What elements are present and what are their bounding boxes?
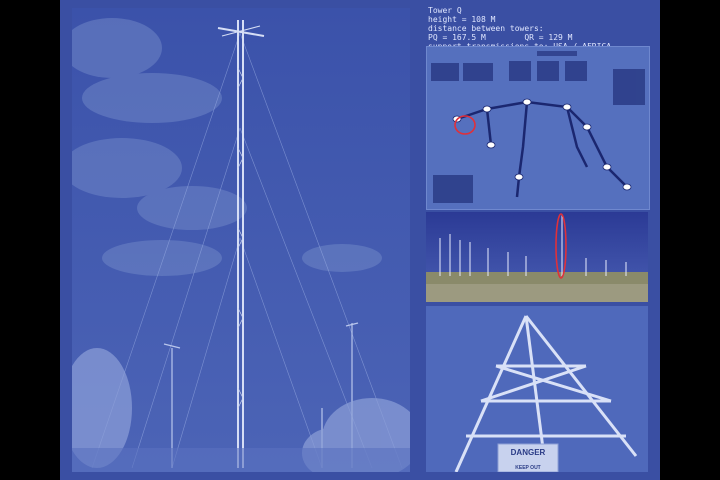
tower-height: height = 108 M <box>428 15 496 24</box>
distance-heading: distance between towers: <box>428 24 544 33</box>
map-bottom-legend <box>433 175 473 203</box>
antenna-field-photo <box>426 212 648 302</box>
tower-info: Tower Q height = 108 M distance between … <box>428 6 658 51</box>
main-tower-photo <box>72 8 410 472</box>
network-map <box>426 46 650 210</box>
tower-distances: PQ = 167.5 M QR = 129 M <box>428 33 573 42</box>
tower-title: Tower Q <box>428 6 462 15</box>
network-map-drawing <box>427 47 649 209</box>
tower-base-drawing: DANGER KEEP OUT <box>426 306 648 472</box>
main-tower-illustration <box>72 8 410 472</box>
danger-sign-heading: DANGER <box>511 448 546 457</box>
poster-canvas: Tower Q height = 108 M distance between … <box>60 0 660 480</box>
tower-base-photo: DANGER KEEP OUT <box>426 306 648 472</box>
danger-sign-footer: KEEP OUT <box>515 465 540 471</box>
antenna-field-drawing <box>426 212 648 302</box>
